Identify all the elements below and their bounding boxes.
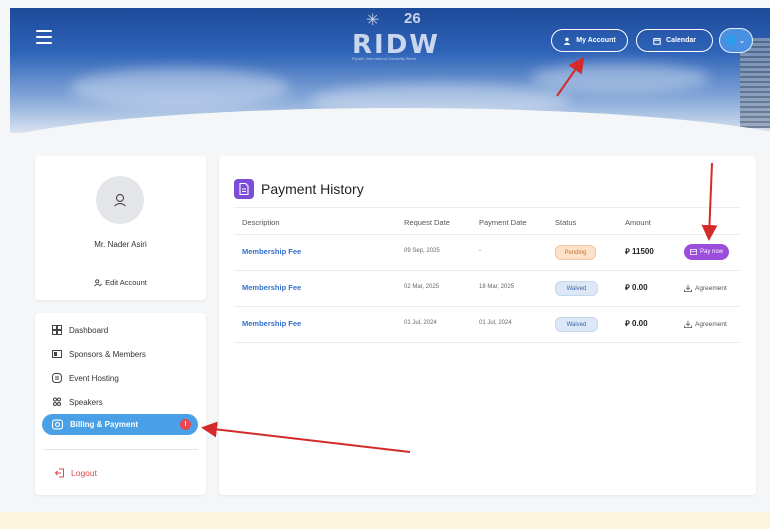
- logout-icon: [55, 468, 64, 478]
- column-header-request-date: Request Date: [404, 218, 450, 227]
- table-row: Membership Fee 02 Mar, 2025 18 Mar, 2025…: [234, 271, 740, 307]
- edit-account-link[interactable]: Edit Account: [35, 278, 206, 287]
- column-header-status: Status: [555, 218, 577, 227]
- user-icon: [564, 37, 571, 45]
- row-request-date: 01 Jul, 2024: [404, 320, 437, 326]
- calendar-button[interactable]: Calendar: [636, 29, 713, 52]
- amount-value: 11500: [632, 247, 654, 256]
- table-header: Description Request Date Payment Date St…: [234, 207, 740, 235]
- agreement-label: Agreement: [695, 320, 727, 328]
- agreement-link[interactable]: Agreement: [684, 284, 727, 292]
- user-edit-icon: [94, 278, 103, 286]
- page-title: Payment History: [261, 181, 364, 197]
- table-row: Membership Fee 01 Jul, 2024 01 Jul, 2024…: [234, 307, 740, 343]
- row-payment-date: 18 Mar, 2025: [479, 284, 515, 290]
- row-request-date: 02 Mar, 2025: [404, 284, 440, 290]
- palm-icon: ✳: [366, 12, 380, 29]
- sidebar-menu: Dashboard Sponsors & Members Event Hosti…: [35, 313, 206, 495]
- card-icon: [689, 249, 697, 255]
- row-description-link[interactable]: Membership Fee: [242, 247, 301, 256]
- sidebar-item-dashboard[interactable]: Dashboard: [52, 325, 108, 335]
- alert-badge: !: [180, 419, 191, 430]
- column-header-payment-date: Payment Date: [479, 218, 527, 227]
- user-icon: [114, 193, 126, 207]
- row-amount: ⃁ 11500: [625, 247, 654, 257]
- profile-card: Mr. Nader Asiri Edit Account: [35, 156, 206, 300]
- divider: [43, 449, 198, 450]
- sidebar-item-label: Dashboard: [69, 325, 109, 335]
- edit-account-label: Edit Account: [105, 278, 147, 287]
- logout-button[interactable]: Logout: [55, 468, 97, 478]
- status-badge: Waived: [555, 317, 598, 332]
- row-amount: ⃁ 0.00: [625, 283, 648, 293]
- calendar-label: Calendar: [666, 37, 696, 44]
- column-header-amount: Amount: [625, 218, 651, 227]
- column-header-description: Description: [242, 218, 280, 227]
- calendar-icon: [653, 37, 661, 45]
- row-payment-date: -: [479, 248, 481, 254]
- pay-now-label: Pay now: [699, 249, 723, 255]
- row-amount: ⃁ 0.00: [625, 319, 648, 329]
- logout-label: Logout: [71, 468, 97, 478]
- footer-band: [0, 512, 770, 529]
- row-description-link[interactable]: Membership Fee: [242, 283, 301, 292]
- agreement-link[interactable]: Agreement: [684, 320, 727, 328]
- download-icon: [684, 320, 692, 328]
- event-hosting-icon: [52, 373, 62, 383]
- dashboard-icon: [52, 325, 62, 335]
- ridw-logo[interactable]: ✳ 26 RIDW Riyadh International Disabilit…: [352, 10, 442, 61]
- avatar: [96, 176, 144, 224]
- row-payment-date: 01 Jul, 2024: [479, 320, 512, 326]
- billing-icon: [52, 419, 63, 430]
- sidebar-item-sponsors[interactable]: Sponsors & Members: [52, 349, 146, 359]
- currency-symbol: ⃁: [625, 319, 630, 328]
- menu-toggle-icon[interactable]: [36, 30, 52, 44]
- sidebar-item-label: Speakers: [69, 397, 103, 407]
- logo-tagline: Riyadh International Disability Week: [352, 56, 416, 61]
- globe-icon: 🌐: [726, 36, 737, 45]
- row-request-date: 09 Sep, 2025: [404, 248, 440, 254]
- download-icon: [684, 284, 692, 292]
- sidebar-item-speakers[interactable]: Speakers: [52, 397, 103, 407]
- sidebar-item-label: Event Hosting: [69, 373, 119, 383]
- pay-now-button[interactable]: Pay now: [684, 244, 729, 260]
- sidebar-item-label: Sponsors & Members: [69, 349, 146, 359]
- payment-history-card: Payment History Description Request Date…: [219, 156, 756, 495]
- status-badge: Waived: [555, 281, 598, 296]
- agreement-label: Agreement: [695, 284, 727, 292]
- amount-value: 0.00: [632, 319, 648, 328]
- sponsors-icon: [52, 350, 62, 358]
- row-description-link[interactable]: Membership Fee: [242, 319, 301, 328]
- currency-symbol: ⃁: [625, 283, 630, 292]
- profile-name: Mr. Nader Asiri: [94, 240, 147, 249]
- chevron-down-icon: ⌄: [738, 36, 746, 45]
- currency-symbol: ⃁: [625, 247, 630, 256]
- sidebar-item-event-hosting[interactable]: Event Hosting: [52, 373, 119, 383]
- logo-number: 26: [404, 10, 421, 27]
- document-icon: [234, 179, 254, 199]
- amount-value: 0.00: [632, 283, 648, 292]
- speakers-icon: [53, 397, 61, 406]
- sidebar-item-billing[interactable]: Billing & Payment !: [42, 414, 198, 435]
- language-button[interactable]: 🌐 ⌄: [719, 28, 753, 53]
- sidebar-item-label: Billing & Payment: [70, 420, 139, 429]
- table-row: Membership Fee 09 Sep, 2025 - Pending ⃁ …: [234, 235, 740, 271]
- my-account-label: My Account: [576, 37, 616, 44]
- status-badge: Pending: [555, 245, 596, 260]
- my-account-button[interactable]: My Account: [551, 29, 628, 52]
